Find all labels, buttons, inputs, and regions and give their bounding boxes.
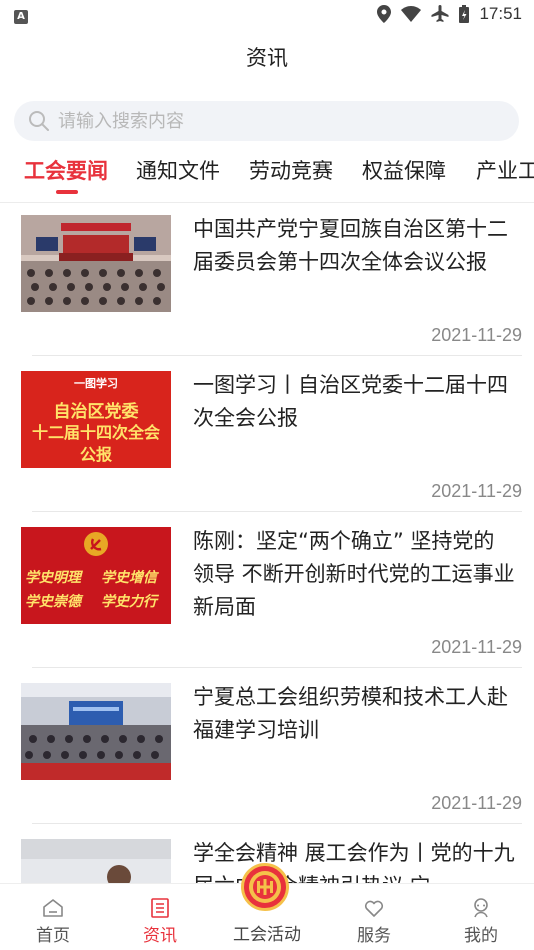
search-bar[interactable] [14,101,519,141]
news-icon [151,898,169,918]
tab-rights-protection[interactable]: 权益保障 [362,155,446,185]
news-item[interactable]: 宁夏总工会组织劳模和技术工人赴福建学习培训 2021-11-29 [0,671,534,827]
news-title: 中国共产党宁夏回族自治区第十二届委员会第十四次全体会议公报 [193,217,508,274]
nav-union-activity-label[interactable]: 工会活动 [222,920,312,945]
thumb-caption: 一图学习 [74,377,118,390]
list-divider [32,511,522,512]
thumb-caption: 公报 [79,445,112,464]
news-thumbnail-banner: 学史明理 学史增信 学史崇德 学史力行 [21,527,171,624]
news-thumbnail-portrait [21,839,171,883]
status-right: 17:51 [377,4,522,24]
list-divider [32,667,522,668]
location-icon [377,5,392,23]
news-date: 2021-11-29 [431,481,522,501]
category-tabs: 工会要闻 通知文件 劳动竞赛 权益保障 产业工 [0,155,534,199]
status-time: 17:51 [479,4,522,23]
news-date: 2021-11-29 [431,637,522,657]
search-icon [29,111,49,131]
news-date: 2021-11-29 [431,325,522,345]
nav-news[interactable]: 资讯 [115,884,205,950]
news-title: 陈刚：坚定“两个确立” 坚持党的领导 不断开创新时代党的工运事业新局面 [193,529,515,619]
status-left: A [14,4,28,24]
thumb-caption: 学史增信 [101,570,157,586]
search-input[interactable] [58,110,478,132]
news-thumbnail-poster: 一图学习 自治区党委 十二届十四次全会 公报 [21,371,171,468]
nav-mine[interactable]: 我的 [436,884,526,950]
nav-service[interactable]: 服务 [329,884,419,950]
news-item[interactable]: 一图学习 自治区党委 十二届十四次全会 公报 一图学习丨自治区党委十二届十四次全… [0,359,534,515]
active-tab-indicator [56,190,78,194]
nav-service-label: 服务 [357,926,391,946]
list-divider [32,823,522,824]
news-title: 宁夏总工会组织劳模和技术工人赴福建学习培训 [193,685,508,742]
union-emblem-icon [249,871,281,903]
tab-union-news[interactable]: 工会要闻 [24,155,108,185]
nav-news-label: 资讯 [143,926,177,946]
tab-labor-competition[interactable]: 劳动竞赛 [249,155,333,185]
news-title: 学全会精神 展工会作为丨党的十九届六中全会精神引热议 宁 [193,841,515,883]
status-bar: A 17:51 [0,0,534,28]
list-divider [32,355,522,356]
heart-icon [364,900,384,917]
news-thumbnail-training [21,683,171,780]
tab-notices[interactable]: 通知文件 [136,155,220,185]
wifi-icon [401,6,422,22]
battery-icon [459,5,470,23]
news-item[interactable]: 中国共产党宁夏回族自治区第十二届委员会第十四次全体会议公报 2021-11-29 [0,203,534,359]
user-icon [474,898,488,918]
thumb-caption: 学史明理 [25,570,81,586]
notification-a-icon: A [14,10,28,24]
airplane-icon [431,5,449,22]
nav-home[interactable]: 首页 [8,884,98,950]
news-item[interactable]: 学史明理 学史增信 学史崇德 学史力行 陈刚：坚定“两个确立” 坚持党的领导 不… [0,515,534,671]
nav-mine-label: 我的 [464,926,498,946]
thumb-caption: 学史力行 [101,594,157,610]
union-activity-button[interactable] [241,863,289,911]
news-title: 一图学习丨自治区党委十二届十四次全会公报 [193,373,508,430]
party-emblem-icon [84,532,108,556]
thumb-caption: 学史崇德 [25,594,81,610]
news-date: 2021-11-29 [431,793,522,813]
page-title: 资讯 [246,46,288,70]
home-icon [43,899,63,917]
news-thumbnail-conference [21,215,171,312]
news-list: 中国共产党宁夏回族自治区第十二届委员会第十四次全体会议公报 2021-11-29… [0,203,534,883]
tab-industry[interactable]: 产业工 [476,155,534,185]
thumb-caption: 十二届十四次全会 [31,423,160,442]
nav-home-label: 首页 [36,926,70,946]
